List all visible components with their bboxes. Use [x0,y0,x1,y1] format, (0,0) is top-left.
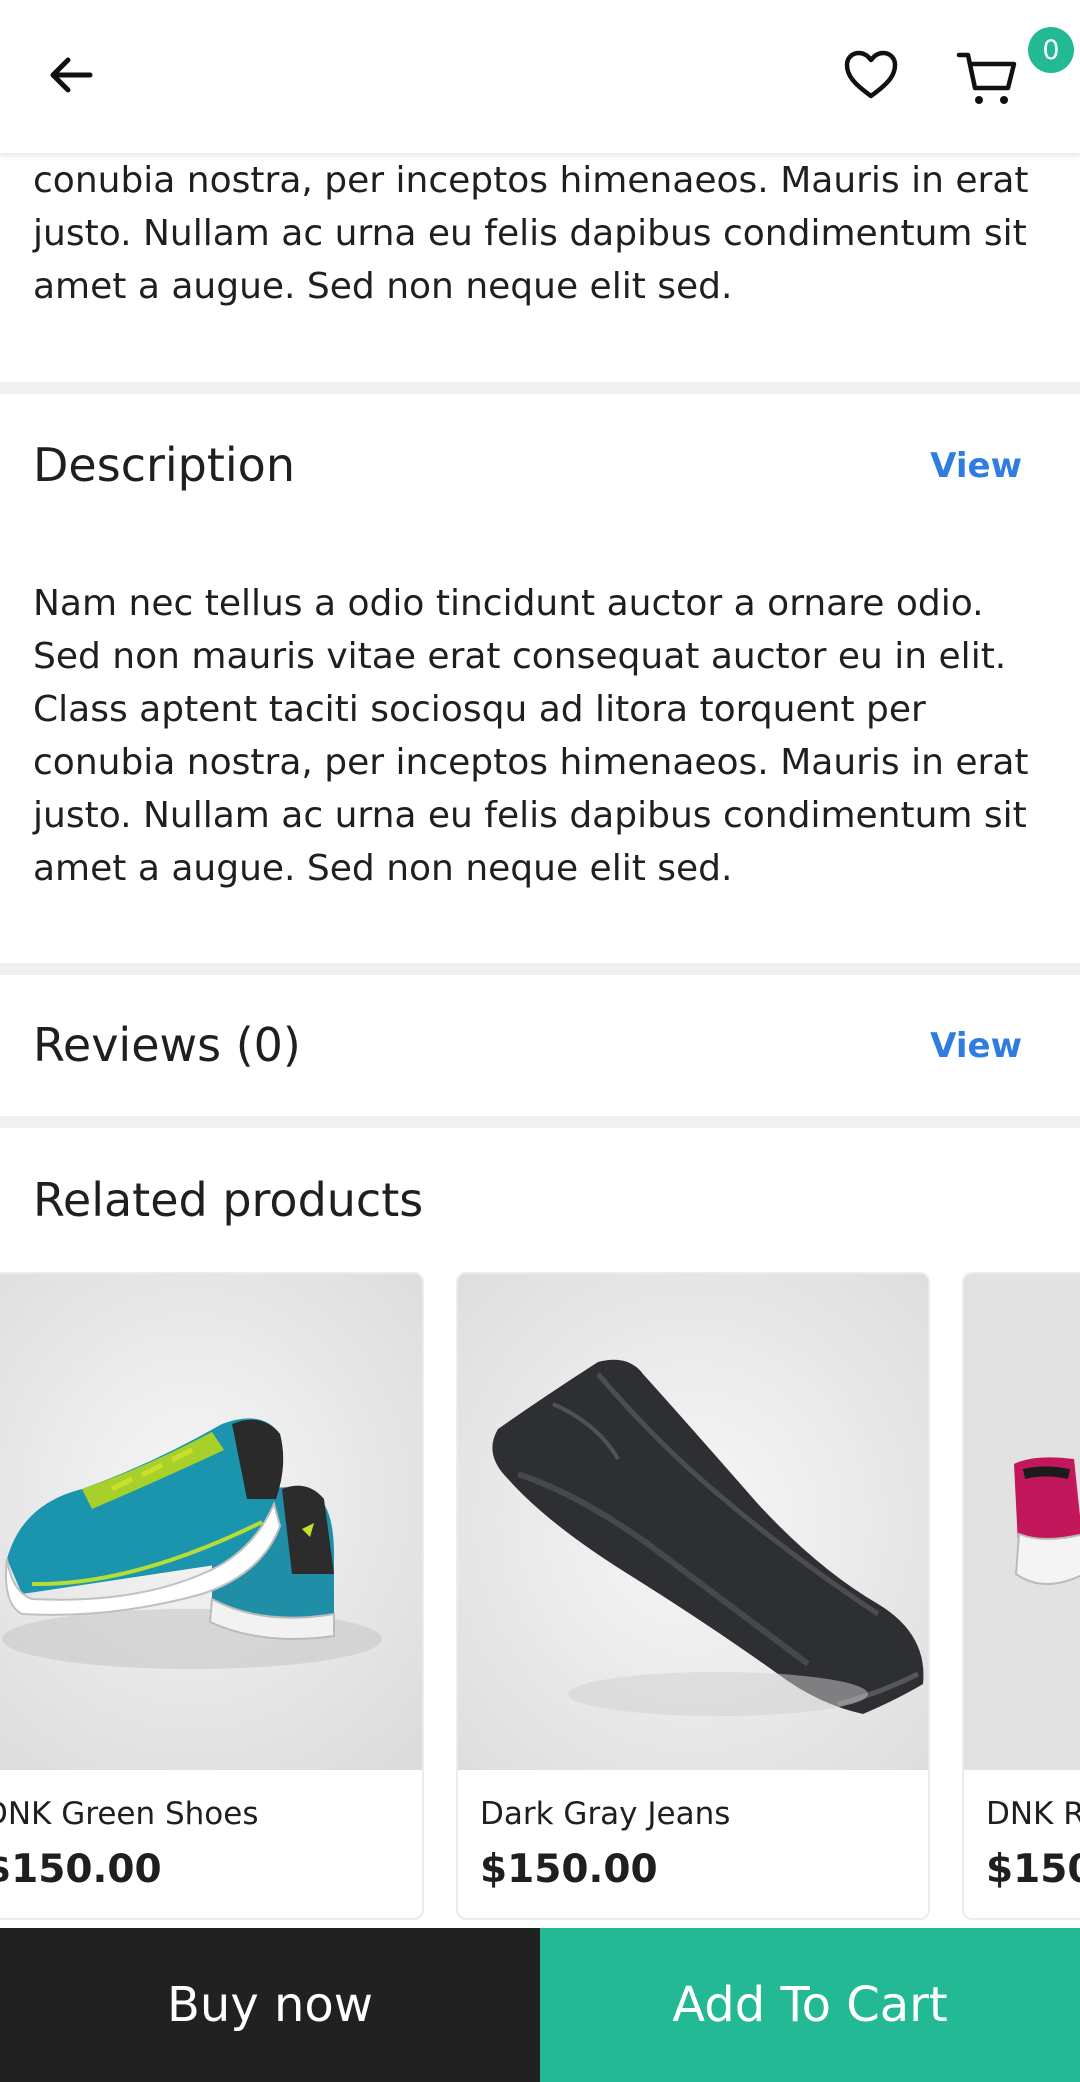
bottom-action-bar: Buy now Add To Cart [0,1928,1080,2082]
description-view-link[interactable]: View [930,446,1022,486]
related-products-title: Related products [33,1173,424,1227]
app-bar: 0 [0,0,1080,153]
short-description-text: conubia nostra, per inceptos himenaeos. … [33,160,1029,307]
reviews-view-link[interactable]: View [930,1026,1022,1066]
product-price: $150.00 [480,1847,658,1892]
buy-now-button[interactable]: Buy now [0,1928,540,2082]
cart-button[interactable] [950,42,1024,116]
cart-count-badge: 0 [1028,27,1074,73]
product-card[interactable]: DNK R $150.00 [962,1272,1080,1920]
wishlist-button[interactable] [838,42,904,108]
back-button[interactable] [38,42,104,108]
product-image-shoes-red [964,1274,1080,1770]
section-divider [0,382,1080,394]
product-detail-page: 0 conubia nostra, per inceptos himenaeos… [0,0,1080,2082]
section-divider [0,963,1080,975]
product-price: $150.00 [0,1847,162,1892]
arrow-left-icon [50,57,93,93]
product-card[interactable]: Dark Gray Jeans $150.00 [456,1272,930,1920]
product-image-shoes [0,1274,422,1770]
product-name: Dark Gray Jeans [480,1796,731,1832]
product-name: DNK R [986,1796,1080,1832]
cart-icon [956,52,1017,104]
description-title: Description [33,438,295,492]
product-price: $150.00 [986,1847,1080,1892]
product-card[interactable]: DNK Green Shoes $150.00 [0,1272,424,1920]
add-to-cart-button[interactable]: Add To Cart [540,1928,1080,2082]
heart-icon [844,50,898,99]
reviews-title: Reviews (0) [33,1018,301,1072]
product-image-jeans [458,1274,928,1770]
description-body: Nam nec tellus a odio tincidunt auctor a… [33,583,1029,889]
section-divider [0,1116,1080,1128]
product-name: DNK Green Shoes [0,1796,259,1832]
